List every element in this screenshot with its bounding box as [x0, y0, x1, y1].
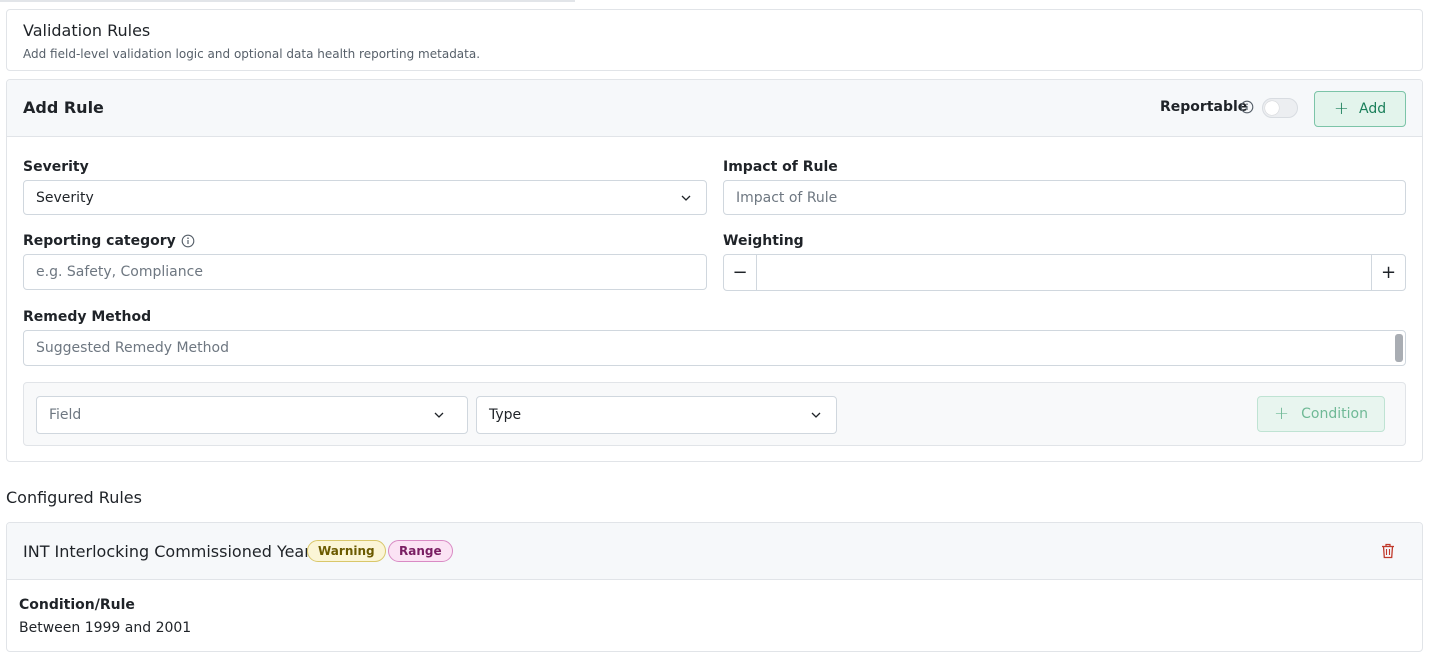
reporting-category-label: Reporting category — [23, 233, 176, 249]
condition-rule-label: Condition/Rule — [19, 597, 135, 613]
increment-button[interactable]: + — [1371, 255, 1405, 290]
plus-icon: + — [1333, 98, 1349, 119]
reporting-category-label-row: Reporting category — [23, 233, 195, 249]
top-divider — [0, 0, 575, 2]
impact-placeholder: Impact of Rule — [736, 190, 838, 206]
remedy-placeholder: Suggested Remedy Method — [36, 340, 229, 356]
toggle-knob — [1265, 101, 1279, 115]
impact-label: Impact of Rule — [723, 159, 838, 175]
reportable-toggle[interactable] — [1262, 98, 1298, 118]
rule-header: INT Interlocking Commissioned Year Warni… — [7, 523, 1422, 580]
severity-select[interactable]: Severity — [23, 180, 707, 215]
severity-badge: Warning — [307, 540, 386, 562]
add-rule-title: Add Rule — [23, 98, 104, 117]
page-title: Validation Rules — [23, 21, 151, 40]
weighting-stepper: − + — [723, 254, 1406, 291]
add-rule-button[interactable]: + Add — [1314, 91, 1406, 127]
field-placeholder: Field — [49, 407, 82, 423]
plus-icon: + — [1380, 262, 1397, 283]
severity-value: Severity — [36, 190, 94, 206]
plus-icon: + — [1274, 403, 1290, 424]
weighting-label: Weighting — [723, 233, 804, 249]
chevron-down-icon — [811, 412, 821, 418]
textarea-scrollbar[interactable] — [1395, 334, 1403, 362]
info-icon[interactable] — [1240, 100, 1254, 114]
condition-builder: Field Type + Condition — [23, 382, 1406, 446]
add-button-label: Add — [1358, 101, 1387, 117]
type-select[interactable]: Type — [476, 396, 837, 434]
reporting-category-input[interactable]: e.g. Safety, Compliance — [23, 254, 707, 290]
add-condition-button[interactable]: + Condition — [1257, 396, 1385, 432]
condition-button-label: Condition — [1301, 406, 1368, 422]
decrement-button[interactable]: − — [724, 255, 757, 290]
remedy-textarea[interactable]: Suggested Remedy Method — [23, 330, 1406, 366]
trash-icon[interactable] — [1381, 543, 1395, 559]
add-rule-header: Add Rule Reportable + Add — [7, 80, 1422, 137]
page-subtitle: Add field-level validation logic and opt… — [23, 47, 481, 61]
configured-rules-title: Configured Rules — [6, 488, 142, 507]
severity-label: Severity — [23, 159, 89, 175]
type-value: Type — [489, 407, 522, 423]
validation-rules-header: Validation Rules Add field-level validat… — [6, 9, 1423, 71]
info-icon[interactable] — [181, 234, 195, 248]
condition-rule-value: Between 1999 and 2001 — [19, 620, 192, 636]
rule-name: INT Interlocking Commissioned Year — [23, 542, 311, 561]
impact-input[interactable]: Impact of Rule — [723, 180, 1406, 215]
remedy-label: Remedy Method — [23, 309, 152, 325]
chevron-down-icon — [681, 195, 691, 201]
add-rule-card: Add Rule Reportable + Add Severity Sever… — [6, 79, 1423, 462]
rule-card: INT Interlocking Commissioned Year Warni… — [6, 522, 1423, 652]
reporting-category-placeholder: e.g. Safety, Compliance — [36, 264, 203, 280]
reportable-label: Reportable — [1160, 99, 1248, 115]
chevron-down-icon — [434, 412, 444, 418]
field-select[interactable]: Field — [36, 396, 468, 434]
rule-type-badge: Range — [388, 540, 453, 562]
minus-icon: − — [732, 262, 748, 283]
